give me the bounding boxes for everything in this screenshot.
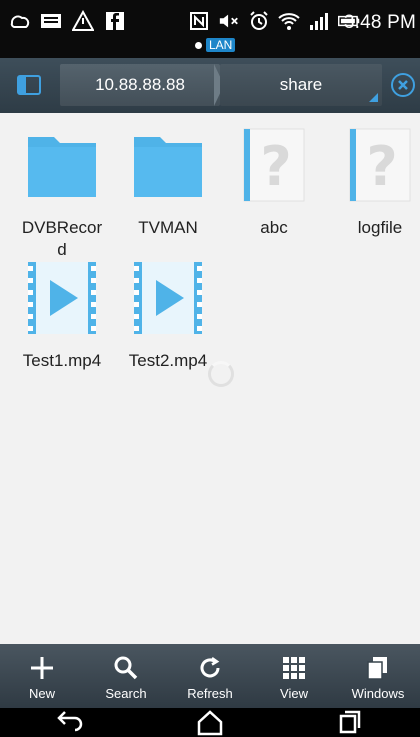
svg-text:?: ? bbox=[366, 135, 397, 198]
search-button[interactable]: Search bbox=[84, 644, 168, 708]
search-icon bbox=[111, 654, 141, 682]
file-item-folder[interactable]: TVMAN bbox=[114, 125, 222, 239]
status-left-icons bbox=[8, 10, 126, 32]
sync-icon bbox=[8, 10, 30, 32]
view-label: View bbox=[280, 686, 308, 701]
system-nav-bar bbox=[0, 708, 420, 737]
network-indicator: LAN bbox=[195, 38, 236, 52]
path-crumb-share-label: share bbox=[279, 75, 323, 94]
grid-view-icon bbox=[279, 654, 309, 682]
windows-switch-button[interactable] bbox=[6, 66, 52, 104]
windows-icon bbox=[363, 654, 393, 682]
file-item-video[interactable]: Test1.mp4 bbox=[8, 258, 116, 372]
new-button[interactable]: New bbox=[0, 644, 84, 708]
network-label: LAN bbox=[206, 38, 236, 52]
home-button[interactable] bbox=[190, 708, 230, 736]
back-icon bbox=[57, 711, 83, 732]
refresh-icon bbox=[195, 654, 225, 682]
folder-icon bbox=[28, 137, 96, 197]
recent-apps-button[interactable] bbox=[330, 708, 370, 736]
folder-icon bbox=[134, 137, 202, 197]
unknown-file-icon: ? bbox=[349, 128, 411, 202]
svg-text:?: ? bbox=[260, 135, 291, 198]
signal-icon bbox=[308, 10, 330, 32]
nfc-icon bbox=[188, 10, 210, 32]
file-name: TVMAN bbox=[138, 218, 198, 237]
back-button[interactable] bbox=[50, 708, 90, 736]
unknown-file-icon: ? bbox=[243, 128, 305, 202]
dropdown-corner-icon bbox=[369, 93, 378, 102]
recent-apps-icon bbox=[339, 710, 361, 734]
alert-icon bbox=[72, 10, 94, 32]
facebook-icon bbox=[104, 10, 126, 32]
file-name: DVBRecor d bbox=[21, 218, 103, 259]
video-file-icon bbox=[28, 262, 96, 334]
message-icon bbox=[40, 10, 62, 32]
refresh-button[interactable]: Refresh bbox=[168, 644, 252, 708]
close-button[interactable] bbox=[388, 70, 418, 100]
network-dot-icon bbox=[195, 41, 202, 49]
alarm-icon bbox=[248, 10, 270, 32]
wifi-icon bbox=[278, 10, 300, 32]
file-item-video[interactable]: Test2.mp4 bbox=[114, 258, 222, 372]
plus-icon bbox=[27, 654, 57, 682]
file-name: logfile bbox=[357, 218, 403, 237]
status-right-icons bbox=[188, 10, 360, 32]
address-bar: 10.88.88.88 share bbox=[0, 58, 420, 113]
close-icon bbox=[391, 73, 415, 97]
mute-icon bbox=[218, 10, 240, 32]
bottom-toolbar: New Search Refresh View Windows bbox=[0, 644, 420, 708]
file-item-unknown[interactable]: ? logfile bbox=[326, 125, 420, 239]
view-button[interactable]: View bbox=[252, 644, 336, 708]
file-item-folder[interactable]: DVBRecor d bbox=[8, 125, 116, 261]
file-name: abc bbox=[260, 218, 288, 237]
windows-label: Windows bbox=[351, 686, 405, 701]
windows-button[interactable]: Windows bbox=[336, 644, 420, 708]
home-icon bbox=[197, 710, 223, 736]
file-item-unknown[interactable]: ? abc bbox=[220, 125, 328, 239]
new-label: New bbox=[28, 686, 55, 701]
file-name: Test2.mp4 bbox=[128, 351, 208, 370]
status-time: 3:48 PM bbox=[343, 12, 416, 33]
path-crumb-host[interactable]: 10.88.88.88 bbox=[60, 64, 220, 106]
video-file-icon bbox=[134, 262, 202, 334]
path-crumb-share[interactable]: share bbox=[220, 64, 382, 106]
loading-spinner-icon bbox=[208, 361, 234, 387]
window-switch-icon bbox=[17, 75, 41, 95]
search-label: Search bbox=[105, 686, 147, 701]
status-bar: 3:48 PM LAN bbox=[0, 0, 420, 58]
refresh-label: Refresh bbox=[187, 686, 233, 701]
file-name: Test1.mp4 bbox=[22, 351, 102, 370]
